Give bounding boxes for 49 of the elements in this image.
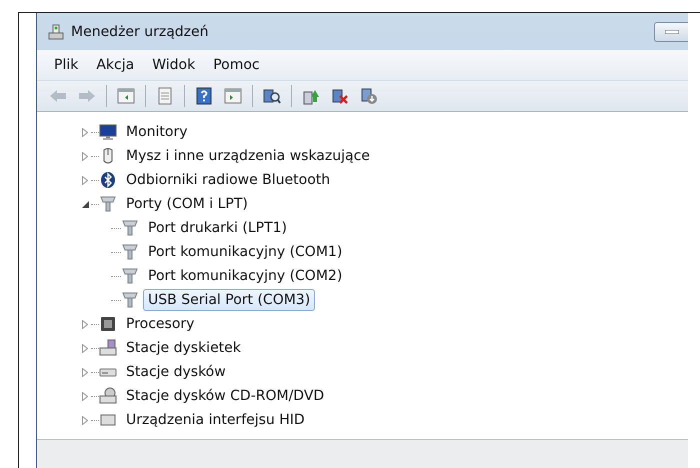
port-icon [99, 195, 117, 213]
device-manager-icon [47, 22, 65, 40]
tree-item[interactable]: Stacje dyskietek [121, 337, 246, 359]
bluetooth-icon [99, 171, 117, 189]
menu-item[interactable]: Akcja [89, 54, 142, 76]
scan-hardware-icon [263, 87, 281, 105]
tree-item[interactable]: Mysz i inne urządzenia wskazujące [121, 145, 375, 167]
expand-triangle-icon[interactable] [82, 392, 88, 400]
cd-drive-icon [99, 387, 117, 405]
window-title: Menedżer urządzeń [71, 24, 209, 40]
tree-item[interactable]: Port komunikacyjny (COM1) [143, 241, 348, 263]
pane-icon [224, 87, 242, 105]
expand-triangle-icon[interactable] [82, 128, 88, 136]
back-arrow-icon [49, 87, 67, 105]
expand-triangle-icon[interactable] [82, 368, 88, 376]
tree-item[interactable]: Stacje dysków CD-ROM/DVD [121, 385, 330, 407]
disable-device-icon [360, 87, 378, 105]
document-icon [156, 87, 174, 105]
menu-item[interactable]: Plik [47, 54, 86, 76]
expand-triangle-icon[interactable] [82, 176, 88, 184]
expand-triangle-icon[interactable] [82, 152, 88, 160]
uninstall-icon [331, 87, 349, 105]
menu-item[interactable]: Pomoc [206, 54, 267, 76]
tree-item[interactable]: Port komunikacyjny (COM2) [143, 265, 348, 287]
processor-icon [99, 315, 117, 333]
port-icon [121, 243, 139, 261]
menu-item[interactable]: Widok [145, 54, 202, 76]
expand-triangle-icon[interactable] [82, 344, 88, 352]
expand-triangle-icon[interactable] [82, 320, 88, 328]
floppy-drive-icon [99, 339, 117, 357]
minimize-icon [664, 30, 678, 34]
tree-item[interactable]: Port drukarki (LPT1) [143, 217, 292, 239]
tree-item[interactable]: Stacje dysków [121, 361, 231, 383]
forward-arrow-icon [78, 87, 96, 105]
tree-item[interactable]: Monitory [121, 121, 193, 143]
minimize-button[interactable] [654, 22, 688, 42]
port-icon [121, 267, 139, 285]
pane-icon [117, 87, 135, 105]
tree-item[interactable]: Odbiorniki radiowe Bluetooth [121, 169, 336, 191]
expand-triangle-icon[interactable] [82, 416, 88, 424]
port-icon [121, 219, 139, 237]
tree-item[interactable]: Urządzenia interfejsu HID [121, 409, 310, 431]
tree-item[interactable]: USB Serial Port (COM3) [143, 289, 316, 311]
help-icon [195, 87, 213, 105]
collapse-triangle-icon[interactable] [82, 200, 88, 208]
monitor-icon [99, 123, 117, 141]
tree-item[interactable]: Procesory [121, 313, 200, 335]
tree-item[interactable]: Porty (COM i LPT) [121, 193, 253, 215]
port-icon [121, 291, 139, 309]
